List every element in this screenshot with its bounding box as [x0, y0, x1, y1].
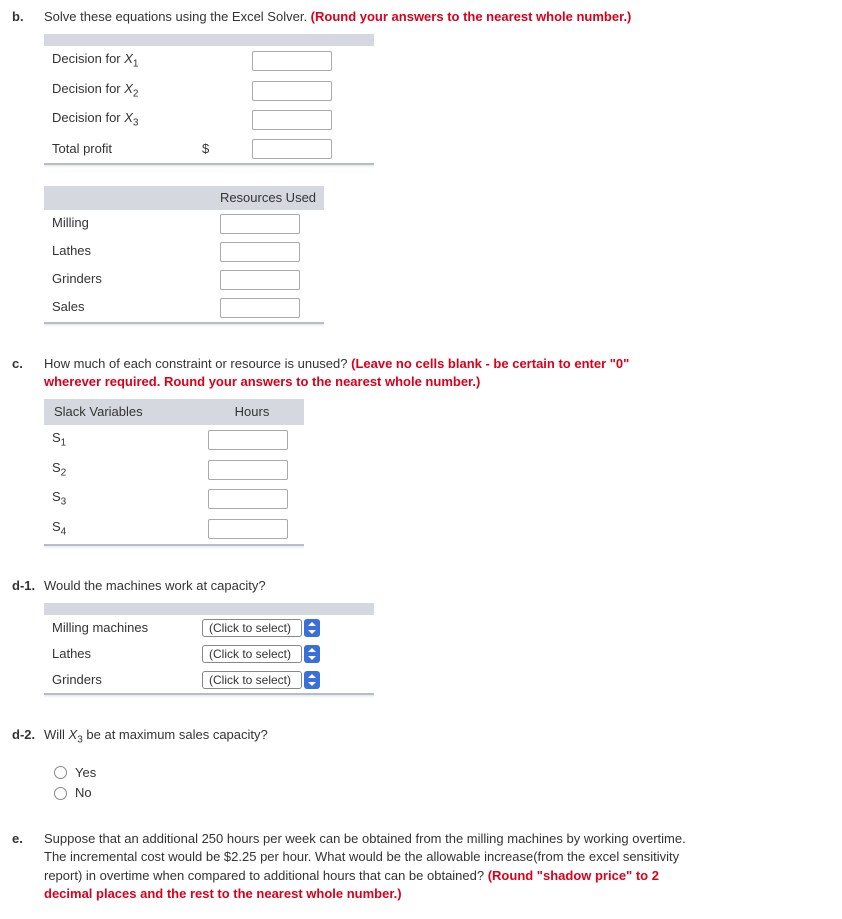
input-milling-used[interactable]: [220, 214, 300, 234]
input-x1[interactable]: [252, 51, 332, 71]
select-grinders[interactable]: (Click to select): [202, 671, 302, 689]
header-resources-used: Resources Used: [212, 186, 324, 210]
question-e-text: Suppose that an additional 250 hours per…: [44, 830, 704, 903]
question-b: b. Solve these equations using the Excel…: [12, 8, 830, 327]
question-e: e. Suppose that an additional 250 hours …: [12, 830, 830, 903]
select-lathes[interactable]: (Click to select): [202, 645, 302, 663]
stepper-icon[interactable]: [304, 645, 320, 663]
table-row: S2: [44, 455, 304, 485]
b-text-black: Solve these equations using the Excel So…: [44, 9, 311, 24]
radio-yes-label: Yes: [75, 764, 96, 782]
input-total-profit[interactable]: [252, 139, 332, 159]
table-row: Milling machines (Click to select): [44, 615, 374, 641]
select-milling[interactable]: (Click to select): [202, 619, 302, 637]
label-d1: d-1.: [12, 577, 44, 595]
input-s2[interactable]: [208, 460, 288, 480]
input-s4[interactable]: [208, 519, 288, 539]
table-row: Lathes (Click to select): [44, 641, 374, 667]
header-hours: Hours: [200, 399, 304, 425]
d2-text: Will X3 be at maximum sales capacity?: [44, 726, 268, 748]
table-decisions: Decision for X1 Decision for X2 Decision…: [44, 34, 374, 168]
table-row: Grinders (Click to select): [44, 667, 374, 694]
question-b-text: Solve these equations using the Excel So…: [44, 8, 631, 26]
table-row: Total profit $: [44, 135, 374, 164]
radio-no[interactable]: No: [54, 784, 830, 802]
table-row: Lathes: [44, 238, 324, 266]
input-x3[interactable]: [252, 110, 332, 130]
stepper-icon[interactable]: [304, 671, 320, 689]
table-row: Decision for X1: [44, 46, 374, 76]
dollar-sign: $: [194, 135, 244, 164]
radio-icon[interactable]: [54, 766, 67, 779]
table-row: Grinders: [44, 266, 324, 294]
question-c: c. How much of each constraint or resour…: [12, 355, 830, 549]
radio-yes[interactable]: Yes: [54, 764, 830, 782]
input-x2[interactable]: [252, 81, 332, 101]
c-text-black: How much of each constraint or resource …: [44, 356, 351, 371]
label-e: e.: [12, 830, 44, 848]
question-d2: d-2. Will X3 be at maximum sales capacit…: [12, 726, 830, 802]
radio-no-label: No: [75, 784, 92, 802]
radio-icon[interactable]: [54, 787, 67, 800]
label-b: b.: [12, 8, 44, 26]
b-text-red: (Round your answers to the nearest whole…: [311, 9, 632, 24]
table-row: Decision for X3: [44, 105, 374, 135]
table-row: Milling: [44, 210, 324, 238]
question-c-text: How much of each constraint or resource …: [44, 355, 684, 391]
header-slack-variables: Slack Variables: [44, 399, 200, 425]
input-s3[interactable]: [208, 489, 288, 509]
table-row: S3: [44, 484, 304, 514]
table-slack: Slack Variables Hours S1 S2 S3 S4: [44, 399, 304, 549]
input-sales-used[interactable]: [220, 298, 300, 318]
table-row: Decision for X2: [44, 76, 374, 106]
table-row: Sales: [44, 294, 324, 323]
d1-text: Would the machines work at capacity?: [44, 577, 266, 595]
table-resources: Resources Used Milling Lathes Grinders S…: [44, 186, 324, 327]
input-s1[interactable]: [208, 430, 288, 450]
input-lathes-used[interactable]: [220, 242, 300, 262]
input-grinders-used[interactable]: [220, 270, 300, 290]
label-d2: d-2.: [12, 726, 44, 744]
table-capacity: Milling machines (Click to select) Lathe…: [44, 603, 374, 699]
question-d1: d-1. Would the machines work at capacity…: [12, 577, 830, 699]
table-row: S1: [44, 425, 304, 455]
label-c: c.: [12, 355, 44, 373]
stepper-icon[interactable]: [304, 619, 320, 637]
table-row: S4: [44, 514, 304, 545]
